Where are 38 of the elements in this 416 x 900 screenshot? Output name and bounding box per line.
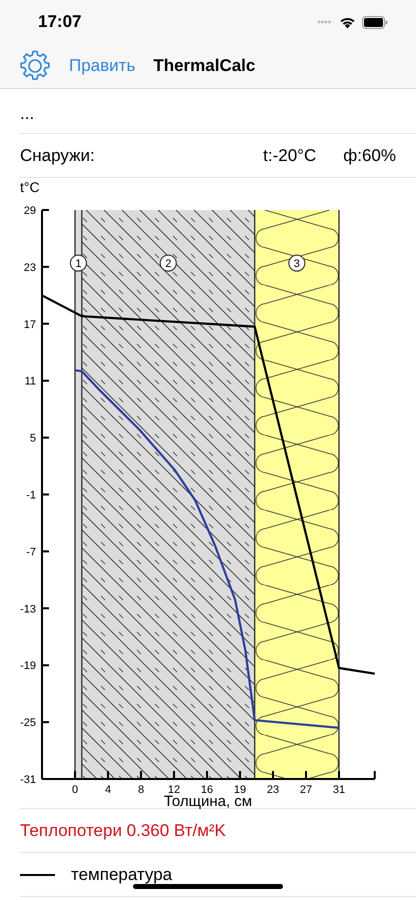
layer-number: 3 [288,254,306,272]
settings-icon[interactable] [19,50,51,82]
x-tick-label: 4 [104,784,112,796]
y-tick-label: 29 [24,205,36,217]
y-tick-label: 5 [30,432,36,445]
legend-label: температура [71,864,172,884]
y-tick-label: -1 [26,490,36,502]
signal-icon [317,20,333,24]
temperature-value: t:-20°C [263,146,316,166]
x-tick-label: 27 [300,784,312,796]
description-text: ... [20,104,34,124]
climate-label: Снаружи: [20,146,96,166]
y-tick-label: -19 [20,660,36,672]
x-tick-label: 31 [332,784,346,796]
x-tick-label: 12 [168,784,180,796]
status-time: 17:07 [38,12,82,32]
x-tick-label: 0 [72,784,78,796]
y-tick-label: -7 [26,546,36,558]
heat-loss-text: Теплопотери 0.360 Вт/м²K [20,820,226,840]
layer-number: 1 [70,254,87,272]
edit-button[interactable]: Править [69,56,136,76]
battery-icon [362,16,388,28]
y-tick-label: 23 [24,262,36,274]
y-tick-label: -13 [20,603,36,616]
x-tick-label: 19 [234,784,246,796]
y-tick-label: 17 [24,318,36,331]
y-tick-label: -31 [20,774,36,786]
x-axis-label: Толщина, см [164,793,252,810]
y-tick-label: 11 [24,376,36,388]
y-axis-label: t°C [20,179,40,195]
y-tick-label: -25 [20,717,36,730]
x-tick-label: 16 [200,784,214,796]
x-tick-label: 23 [266,784,280,796]
layer-number: 2 [160,254,177,272]
humidity-value: ф:60% [343,146,396,166]
app-title: ThermalCalc [153,56,256,76]
wifi-icon [339,16,356,28]
x-tick-label: 8 [138,784,144,796]
